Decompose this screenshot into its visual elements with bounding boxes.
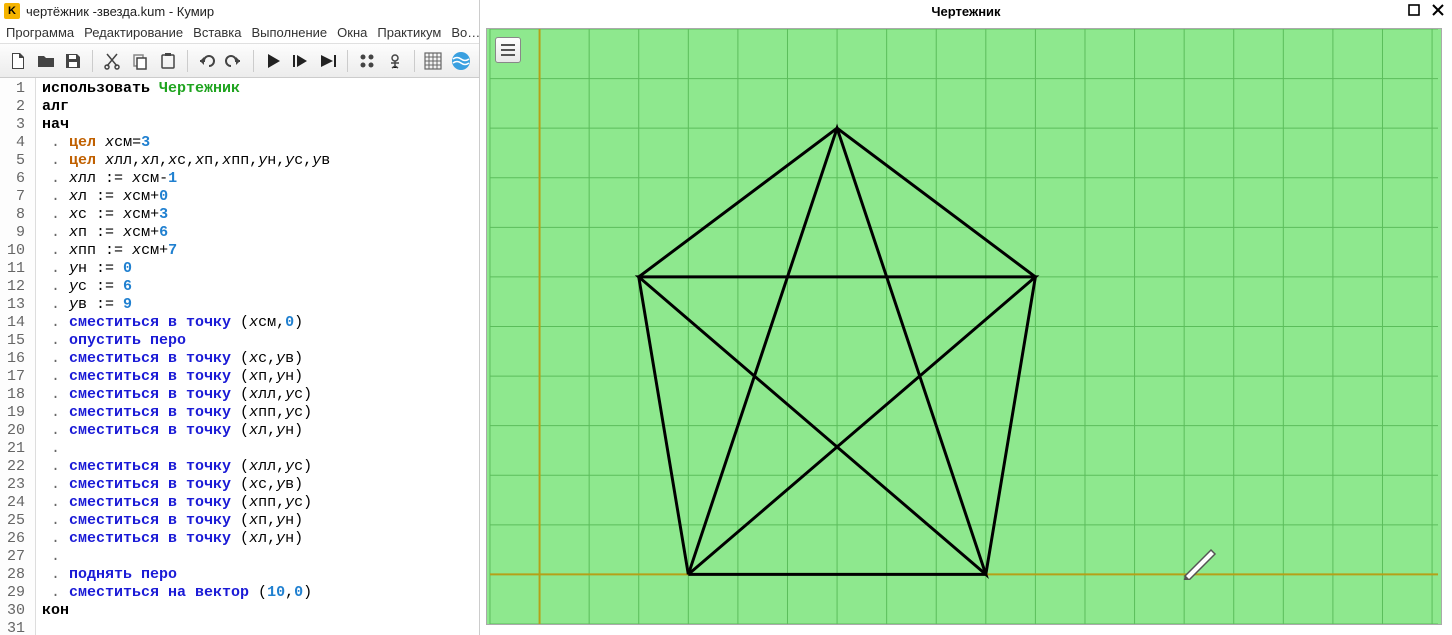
step-icon[interactable] <box>289 48 313 74</box>
stop-icon[interactable] <box>316 48 340 74</box>
canvas-title: Чертежник <box>931 4 1000 19</box>
menu-bar: Программа Редактирование Вставка Выполне… <box>0 22 479 44</box>
menu-edit[interactable]: Редактирование <box>84 25 183 40</box>
menu-program[interactable]: Программа <box>6 25 74 40</box>
code-editor[interactable]: 1234567891011121314151617181920212223242… <box>0 78 479 635</box>
close-icon[interactable] <box>1430 2 1446 18</box>
wave-icon[interactable] <box>449 48 473 74</box>
maximize-icon[interactable] <box>1406 2 1422 18</box>
undo-icon[interactable] <box>194 48 218 74</box>
right-panel: Чертежник <box>480 0 1452 635</box>
grid-icon[interactable] <box>421 48 445 74</box>
run-icon[interactable] <box>261 48 285 74</box>
cut-icon[interactable] <box>100 48 124 74</box>
copy-icon[interactable] <box>128 48 152 74</box>
robot-icon[interactable] <box>383 48 407 74</box>
line-gutter: 1234567891011121314151617181920212223242… <box>0 78 36 635</box>
canvas-title-bar: Чертежник <box>480 0 1452 22</box>
menu-practicum[interactable]: Практикум <box>377 25 441 40</box>
menu-insert[interactable]: Вставка <box>193 25 241 40</box>
code-area[interactable]: использовать Чертежникалгнач . цел xсм=3… <box>36 78 336 635</box>
redo-icon[interactable] <box>222 48 246 74</box>
new-file-icon[interactable] <box>6 48 30 74</box>
left-panel: K чертёжник -звезда.kum - Кумир Программ… <box>0 0 480 635</box>
toolbar-separator <box>187 50 188 72</box>
menu-run[interactable]: Выполнение <box>251 25 327 40</box>
title-bar: K чертёжник -звезда.kum - Кумир <box>0 0 479 22</box>
drawing-canvas[interactable] <box>486 28 1442 625</box>
toolbar-separator <box>253 50 254 72</box>
app-title: чертёжник -звезда.kum - Кумир <box>26 4 214 19</box>
canvas-menu-button[interactable] <box>495 37 521 63</box>
toolbar-separator <box>414 50 415 72</box>
module-icon[interactable] <box>355 48 379 74</box>
save-file-icon[interactable] <box>62 48 86 74</box>
toolbar-separator <box>92 50 93 72</box>
grid-svg <box>487 29 1441 624</box>
paste-icon[interactable] <box>156 48 180 74</box>
toolbar-separator <box>347 50 348 72</box>
open-file-icon[interactable] <box>34 48 58 74</box>
menu-windows[interactable]: Окна <box>337 25 367 40</box>
toolbar <box>0 44 479 78</box>
menu-more[interactable]: Во… <box>451 25 479 40</box>
app-icon: K <box>4 3 20 19</box>
